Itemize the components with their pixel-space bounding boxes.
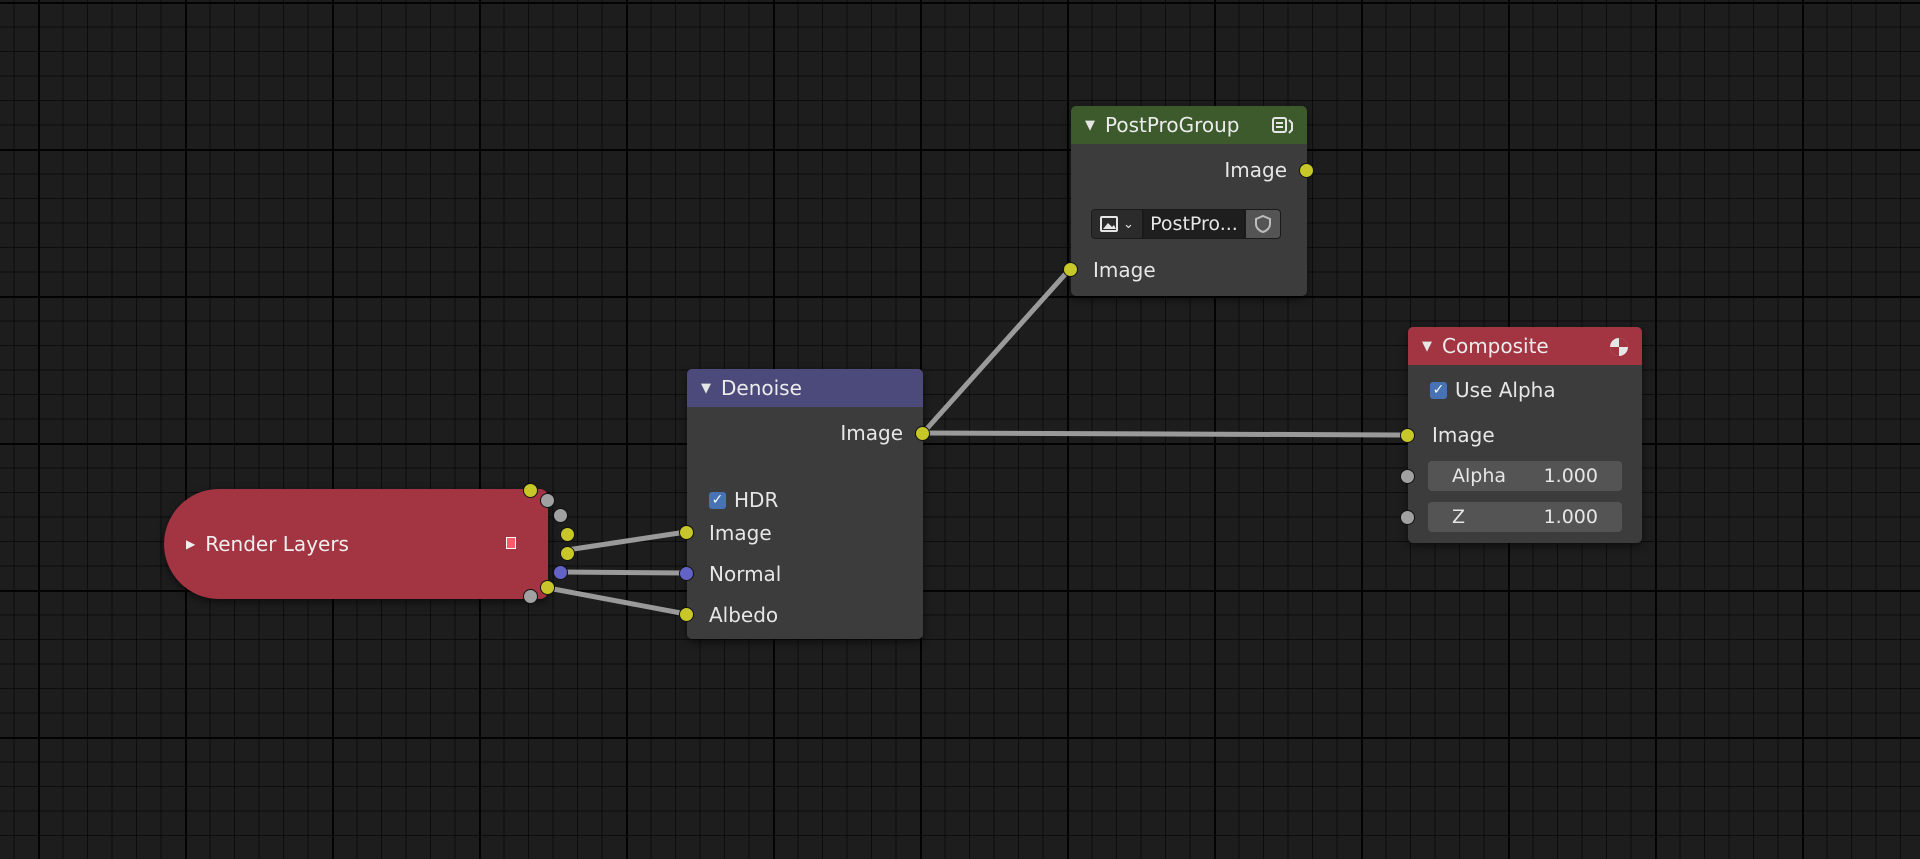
chevron-down-icon: ⌄ <box>1123 216 1134 232</box>
use-alpha-option[interactable]: ✓ Use Alpha <box>1408 375 1642 405</box>
collapse-arrow-icon[interactable]: ▼ <box>701 381 711 396</box>
node-group-icon <box>1272 117 1293 134</box>
render-globe-icon <box>1610 338 1628 356</box>
denoise-input-image-socket[interactable] <box>679 525 694 540</box>
use-alpha-label: Use Alpha <box>1455 378 1556 402</box>
group-name-field[interactable]: PostPro... <box>1143 209 1245 239</box>
render-layers-alpha-socket[interactable] <box>540 493 555 508</box>
expand-arrow-icon[interactable]: ▶ <box>186 537 195 551</box>
group-name: PostPro... <box>1150 213 1238 235</box>
shield-icon <box>1255 214 1271 234</box>
render-layers-socket[interactable] <box>553 508 568 523</box>
input-image-row: Image <box>687 518 923 548</box>
input-image-row: Image <box>1071 255 1307 285</box>
alpha-value: 1.000 <box>1543 465 1598 487</box>
composite-input-alpha-socket[interactable] <box>1400 469 1415 484</box>
composite-node[interactable]: ▼ Composite ✓ Use Alpha Image Alpha 1.00… <box>1408 327 1642 543</box>
hdr-option[interactable]: ✓ HDR <box>687 485 923 515</box>
node-header[interactable]: ▼ PostProGroup <box>1071 106 1307 144</box>
browse-group-button[interactable]: ⌄ <box>1091 209 1143 239</box>
denoise-output-image-socket[interactable] <box>915 426 930 441</box>
node-editor-canvas[interactable]: ▶ Render Layers ▼ Denoise Image ✓ HDR Im… <box>0 0 1920 859</box>
link-renderlayers-image-to-denoise-image <box>564 529 689 553</box>
socket-label: Image <box>1432 423 1495 447</box>
denoise-input-albedo-socket[interactable] <box>679 607 694 622</box>
node-title: Denoise <box>721 376 802 400</box>
collapse-arrow-icon[interactable]: ▼ <box>1422 339 1432 354</box>
input-albedo-row: Albedo <box>687 600 923 630</box>
hdr-checkbox[interactable]: ✓ <box>709 491 726 509</box>
socket-label: Image <box>1224 158 1287 182</box>
socket-label: Image <box>709 521 772 545</box>
composite-input-z-socket[interactable] <box>1400 510 1415 525</box>
link-renderlayers-albedo-to-denoise-albedo <box>545 585 689 617</box>
z-label: Z <box>1452 506 1466 528</box>
z-value: 1.000 <box>1543 506 1598 528</box>
hdr-label: HDR <box>734 488 779 512</box>
image-icon <box>1100 216 1119 232</box>
render-layers-denoise-image-socket[interactable] <box>560 546 575 561</box>
link-denoise-image-to-composite-image <box>920 430 1410 438</box>
denoise-input-normal-socket[interactable] <box>679 566 694 581</box>
input-normal-row: Normal <box>687 559 923 589</box>
socket-label: Albedo <box>709 603 779 627</box>
node-header[interactable]: ▼ Composite <box>1408 327 1642 365</box>
postprogroup-input-image-socket[interactable] <box>1063 262 1078 277</box>
denoise-node[interactable]: ▼ Denoise Image ✓ HDR Image Normal Albed… <box>687 369 923 639</box>
node-title: PostProGroup <box>1105 113 1240 137</box>
node-group-selector[interactable]: ⌄ PostPro... <box>1091 209 1281 239</box>
alpha-value-field[interactable]: Alpha 1.000 <box>1428 461 1622 491</box>
link-denoise-image-to-postprogroup-image <box>920 267 1072 436</box>
fake-user-button[interactable] <box>1245 209 1281 239</box>
render-layers-denoise-normal-socket[interactable] <box>553 565 568 580</box>
render-layers-node[interactable]: ▶ Render Layers <box>164 489 548 599</box>
link-renderlayers-normal-to-denoise-normal <box>558 569 689 576</box>
socket-label: Normal <box>709 562 782 586</box>
use-alpha-checkbox[interactable]: ✓ <box>1430 381 1447 399</box>
composite-input-image-socket[interactable] <box>1400 428 1415 443</box>
output-image-row: Image <box>1071 155 1307 185</box>
socket-label: Image <box>840 421 903 445</box>
render-layers-denoise-albedo-socket[interactable] <box>540 580 555 595</box>
socket-label: Image <box>1093 258 1156 282</box>
output-image-row: Image <box>687 418 923 448</box>
postprogroup-node[interactable]: ▼ PostProGroup Image ⌄ PostPro... Image <box>1071 106 1307 296</box>
render-layers-preview-icon <box>506 537 516 549</box>
node-header[interactable]: ▼ Denoise <box>687 369 923 407</box>
alpha-label: Alpha <box>1452 465 1507 487</box>
render-layers-socket[interactable] <box>560 527 575 542</box>
postprogroup-output-image-socket[interactable] <box>1299 163 1314 178</box>
input-image-row: Image <box>1408 420 1642 450</box>
render-layers-image-socket[interactable] <box>523 483 538 498</box>
render-layers-socket[interactable] <box>523 589 538 604</box>
node-title: Render Layers <box>205 532 349 556</box>
node-title: Composite <box>1442 334 1549 358</box>
z-value-field[interactable]: Z 1.000 <box>1428 502 1622 532</box>
collapse-arrow-icon[interactable]: ▼ <box>1085 118 1095 133</box>
